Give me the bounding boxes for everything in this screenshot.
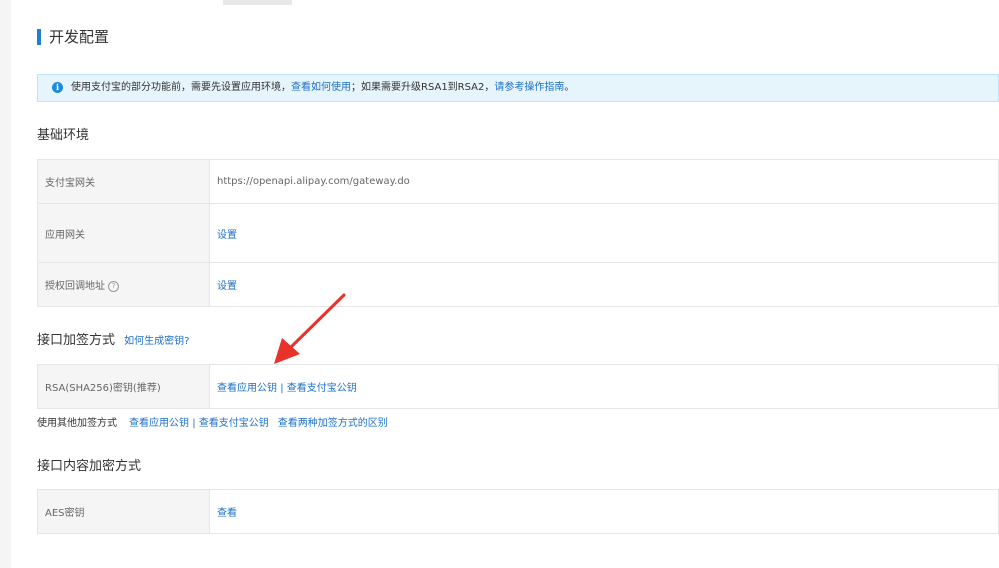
aes-key-cell: 查看 [209,489,999,534]
notice-text-before: 使用支付宝的部分功能前，需要先设置应用环境， [71,82,291,93]
other-view-alipay-public-key-link[interactable]: 查看支付宝公钥 [199,418,269,429]
callback-label-cell: 授权回调地址? [37,262,210,307]
info-icon: i [52,82,63,93]
signing-difference-link[interactable]: 查看两种加签方式的区别 [278,418,388,429]
table-row: 支付宝网关 https://openapi.alipay.com/gateway… [37,159,999,204]
table-row: AES密钥 查看 [37,489,999,534]
notice-text-after: 。 [564,82,575,93]
notice-text-middle: ；如果需要升级RSA1到RSA2， [351,82,495,93]
other-signing-label: 使用其他加签方式 [37,418,117,429]
other-signing-row: 使用其他加签方式 查看应用公钥 | 查看支付宝公钥 查看两种加签方式的区别 [37,417,388,431]
app-gateway-set-link[interactable]: 设置 [217,230,237,241]
other-link-separator: | [192,418,196,429]
notice-text: 使用支付宝的部分功能前，需要先设置应用环境，查看如何使用；如果需要升级RSA1到… [71,75,574,101]
app-gateway-label: 应用网关 [37,203,210,263]
signing-section-title: 接口加签方式 如何生成密钥? [37,332,189,351]
callback-set-link[interactable]: 设置 [217,281,237,292]
view-alipay-public-key-link[interactable]: 查看支付宝公钥 [287,383,357,394]
link-separator: | [280,383,284,394]
encryption-table: AES密钥 查看 [37,489,999,534]
callback-label: 授权回调地址 [45,281,105,292]
top-tab-indicator[interactable] [223,0,292,5]
how-to-use-link[interactable]: 查看如何使用 [291,82,351,93]
page-title: 开发配置 [49,28,110,46]
help-icon[interactable]: ? [108,280,119,292]
annotation-arrow-icon [274,293,346,364]
aes-key-label: AES密钥 [37,489,210,534]
main-content: 开发配置 i 使用支付宝的部分功能前，需要先设置应用环境，查看如何使用；如果需要… [11,0,999,568]
app-gateway-cell: 设置 [209,203,999,263]
encryption-title: 接口内容加密方式 [37,459,142,474]
generate-key-link[interactable]: 如何生成密钥? [124,336,189,347]
table-row: 应用网关 设置 [37,203,999,263]
view-aes-key-link[interactable]: 查看 [217,508,237,519]
title-accent-bar [37,29,41,45]
signing-table: RSA(SHA256)密钥(推荐) 查看应用公钥 | 查看支付宝公钥 [37,364,999,409]
operation-guide-link[interactable]: 请参考操作指南 [494,82,564,93]
other-view-app-public-key-link[interactable]: 查看应用公钥 [129,418,189,429]
info-notice: i 使用支付宝的部分功能前，需要先设置应用环境，查看如何使用；如果需要升级RSA… [37,74,999,102]
basic-env-table: 支付宝网关 https://openapi.alipay.com/gateway… [37,159,999,307]
rsa-key-label: RSA(SHA256)密钥(推荐) [37,364,210,409]
signing-title: 接口加签方式 [37,333,116,348]
view-app-public-key-link[interactable]: 查看应用公钥 [217,383,277,394]
gateway-value: https://openapi.alipay.com/gateway.do [209,159,999,204]
table-row: 授权回调地址? 设置 [37,262,999,307]
basic-env-title: 基础环境 [37,128,90,143]
gateway-label: 支付宝网关 [37,159,210,204]
table-row: RSA(SHA256)密钥(推荐) 查看应用公钥 | 查看支付宝公钥 [37,364,999,409]
